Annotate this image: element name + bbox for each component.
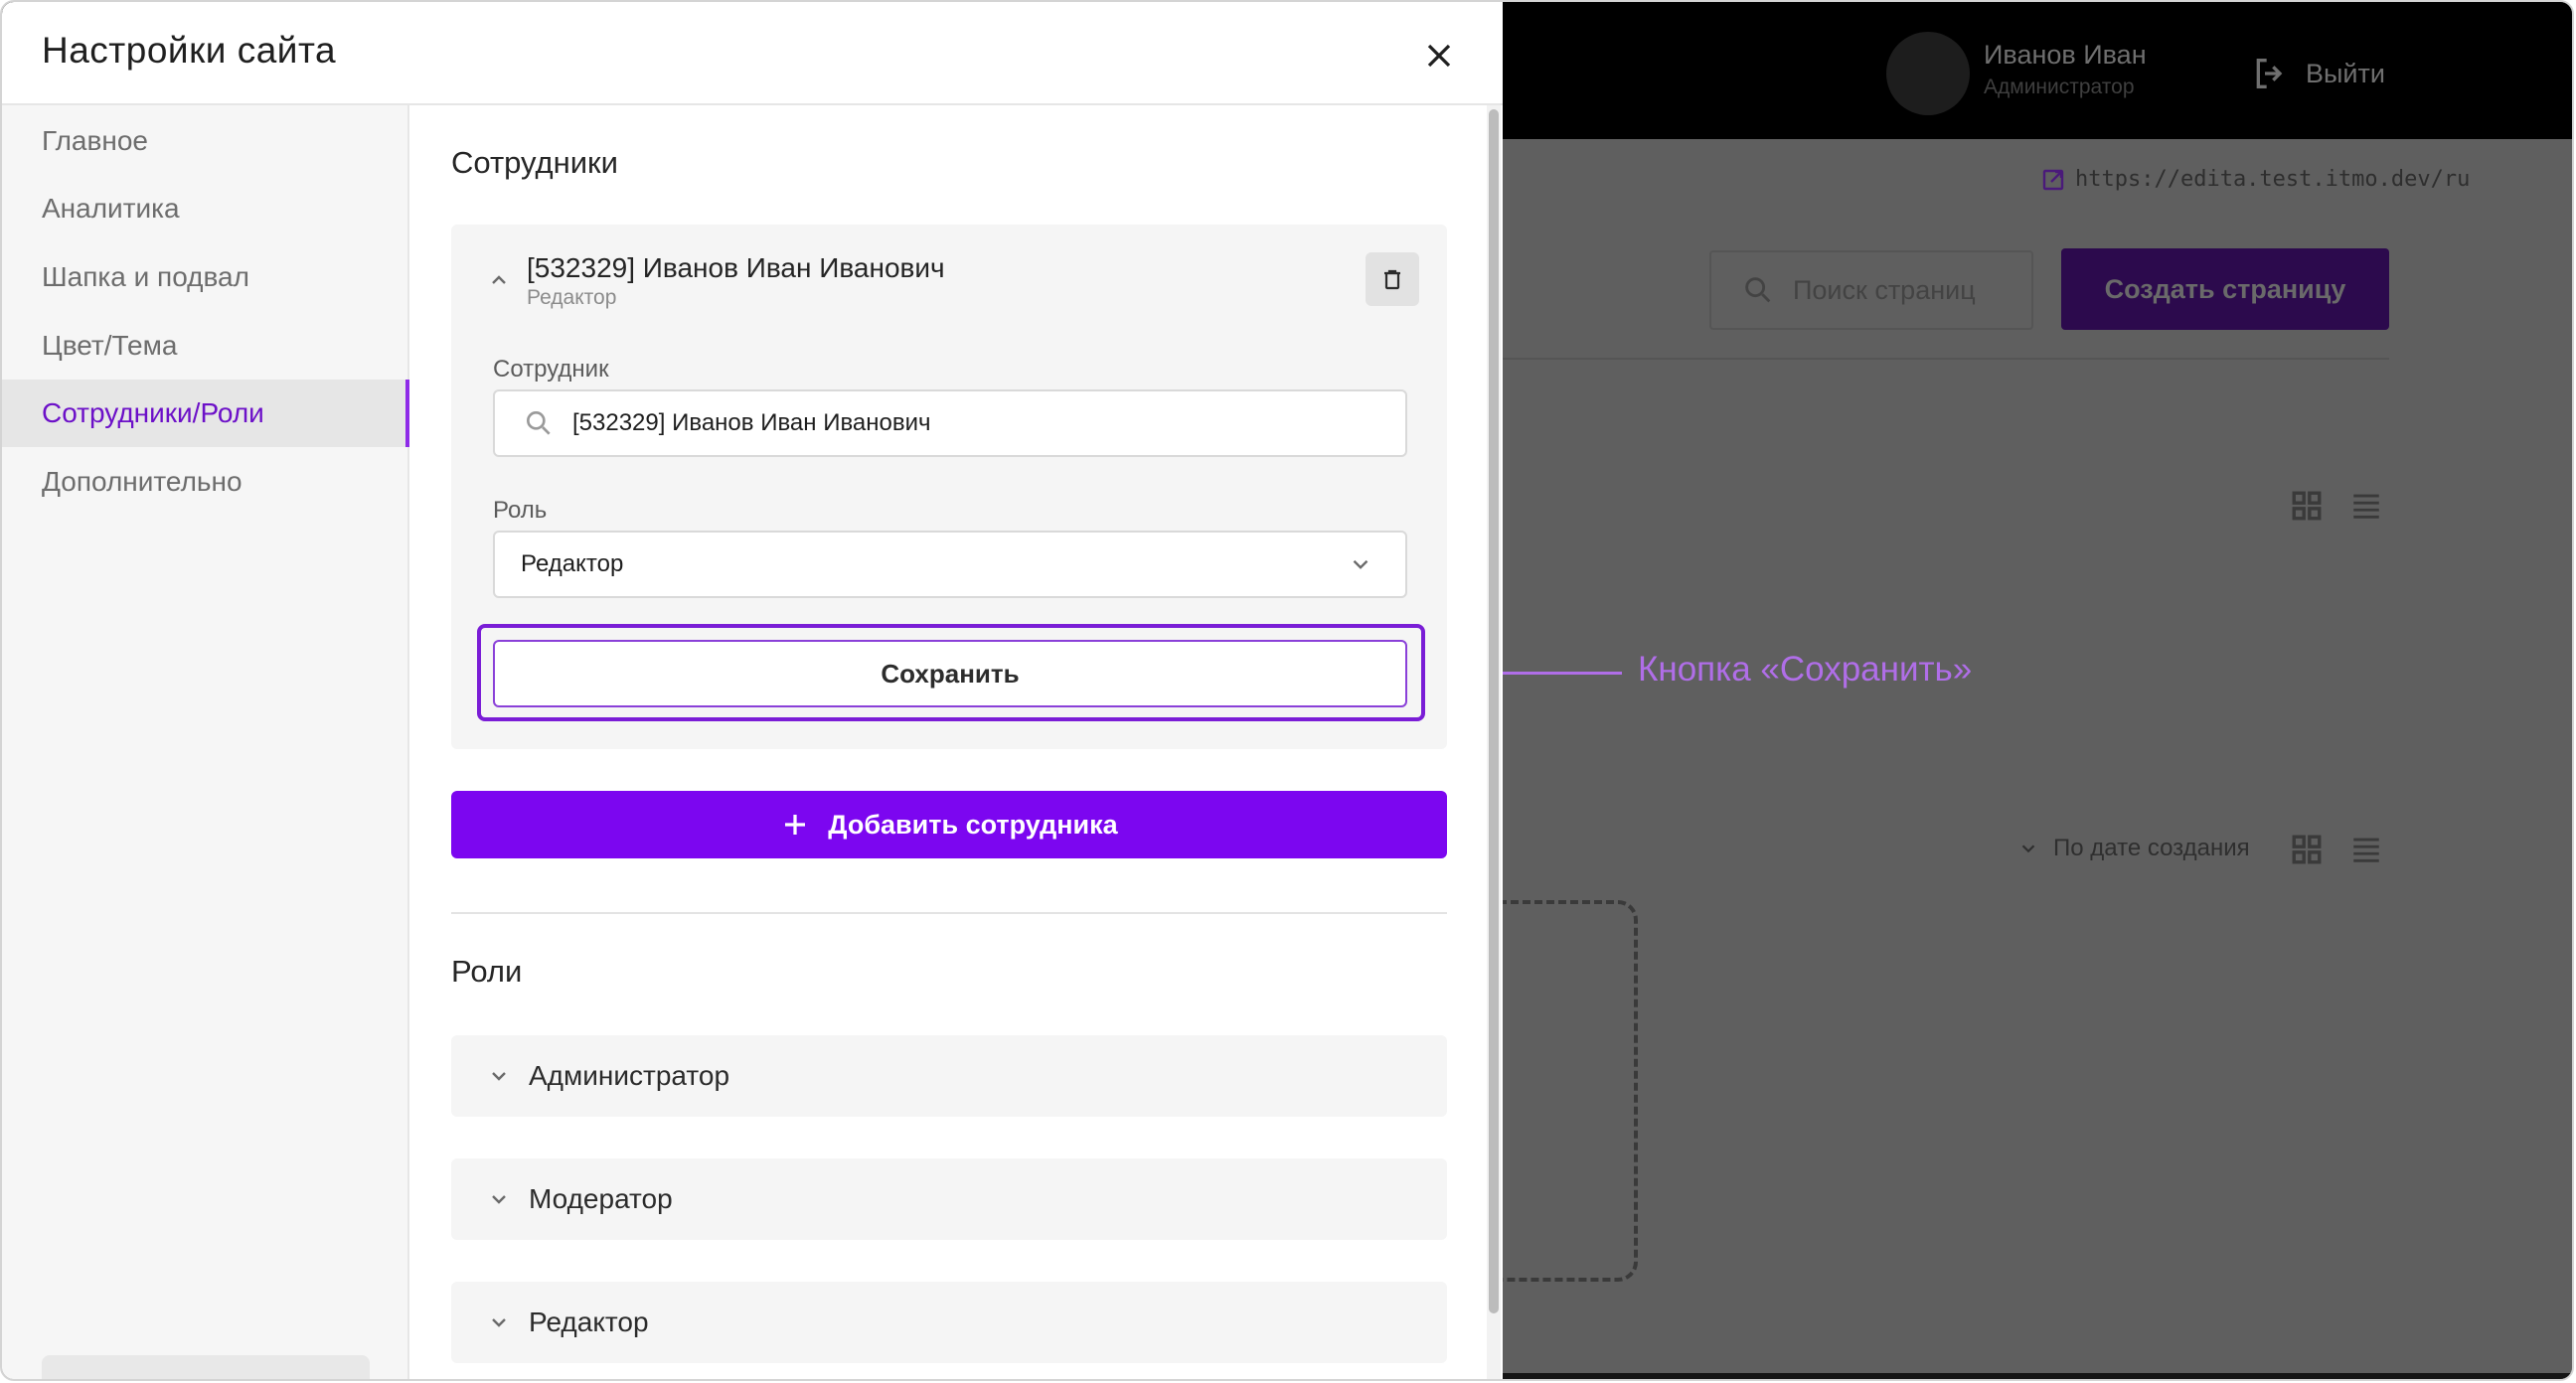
bg-site-link: https://edita.test.itmo.dev/ru <box>2041 167 2470 192</box>
plus-icon <box>785 815 806 835</box>
modal-title: Настройки сайта <box>42 30 337 71</box>
close-icon <box>1427 44 1451 68</box>
role-item-editor[interactable]: Редактор <box>451 1282 1447 1363</box>
sidebar-item-employees-roles[interactable]: Сотрудники/Роли <box>2 380 409 447</box>
role-item-label: Редактор <box>529 1306 649 1337</box>
role-field-label: Роль <box>493 497 548 524</box>
employee-card-name[interactable]: [532329] Иванов Иван Иванович <box>527 252 945 284</box>
bg-user-name: Иванов Иван <box>1984 40 2147 70</box>
employee-card-role: Редактор <box>527 286 617 309</box>
app-frame: Иванов Иван Администратор Выйти https://… <box>0 0 2574 1381</box>
avatar <box>1886 32 1970 115</box>
bg-divider <box>1503 358 2389 360</box>
grid-view-icon <box>2292 835 2322 864</box>
list-view-icon <box>2353 838 2379 862</box>
sidebar-item-analytics[interactable]: Аналитика <box>2 175 409 242</box>
role-item-label: Модератор <box>529 1183 673 1214</box>
role-item-label: Администратор <box>529 1060 730 1091</box>
bg-create-page-button: Создать страницу <box>2061 248 2389 330</box>
add-employee-button[interactable]: Добавить сотрудника <box>451 791 1447 858</box>
chevron-up-icon[interactable] <box>487 268 511 292</box>
role-select[interactable]: Редактор <box>493 531 1407 598</box>
bg-site-link-text: https://edita.test.itmo.dev/ru <box>2075 167 2471 192</box>
sidebar-item-header-footer[interactable]: Шапка и подвал <box>2 243 409 311</box>
bg-user-role: Администратор <box>1984 76 2135 98</box>
bg-logout-button: Выйти <box>2250 54 2385 93</box>
sidebar-item-additional[interactable]: Дополнительно <box>2 448 409 516</box>
grid-view-icon <box>2292 491 2322 521</box>
bg-search-input: Поиск страниц <box>1709 250 2033 330</box>
bg-bottom-bar <box>1503 1373 2572 1379</box>
chevron-down-icon <box>2021 845 2035 853</box>
search-icon <box>527 411 551 435</box>
add-employee-label: Добавить сотрудника <box>828 809 1118 840</box>
section-divider <box>451 912 1447 914</box>
settings-modal: Настройки сайта Главное Аналитика Шапка … <box>2 2 1503 1379</box>
roles-section-title: Роли <box>451 954 523 989</box>
role-item-administrator[interactable]: Администратор <box>451 1035 1447 1117</box>
sidebar-item-color-theme[interactable]: Цвет/Тема <box>2 312 409 380</box>
scrollbar-thumb[interactable] <box>1489 109 1499 1313</box>
list-view-icon <box>2353 494 2379 519</box>
modal-header: Настройки сайта <box>2 2 1503 105</box>
search-icon <box>1745 277 1771 303</box>
delete-employee-button[interactable] <box>1366 252 1419 306</box>
bg-sort-label: По дате создания <box>2053 835 2250 861</box>
employee-search-input[interactable] <box>572 409 1368 437</box>
callout-label: Кнопка «Сохранить» <box>1638 650 1973 689</box>
sidebar-item-main[interactable]: Главное <box>2 107 409 175</box>
save-button[interactable]: Сохранить <box>493 640 1407 707</box>
role-select-value: Редактор <box>521 550 624 577</box>
sidebar-bottom-card <box>42 1355 370 1379</box>
employee-search-field[interactable] <box>493 389 1407 457</box>
employees-section-title: Сотрудники <box>451 145 618 180</box>
employee-field-label: Сотрудник <box>493 356 609 383</box>
bg-sort-dropdown: По дате создания <box>2017 835 2250 862</box>
chevron-down-icon <box>492 1318 506 1327</box>
bg-logout-label: Выйти <box>2306 58 2385 88</box>
close-button[interactable] <box>1415 32 1463 79</box>
chevron-down-icon <box>492 1195 506 1204</box>
logout-icon <box>2256 59 2283 88</box>
settings-sidebar: Главное Аналитика Шапка и подвал Цвет/Те… <box>2 105 409 1379</box>
chevron-down-icon <box>492 1072 506 1081</box>
trash-icon <box>1384 269 1400 290</box>
role-item-moderator[interactable]: Модератор <box>451 1158 1447 1240</box>
chevron-down-icon <box>1353 559 1368 569</box>
bg-search-placeholder: Поиск страниц <box>1793 274 1976 305</box>
external-link-icon <box>2042 169 2064 190</box>
